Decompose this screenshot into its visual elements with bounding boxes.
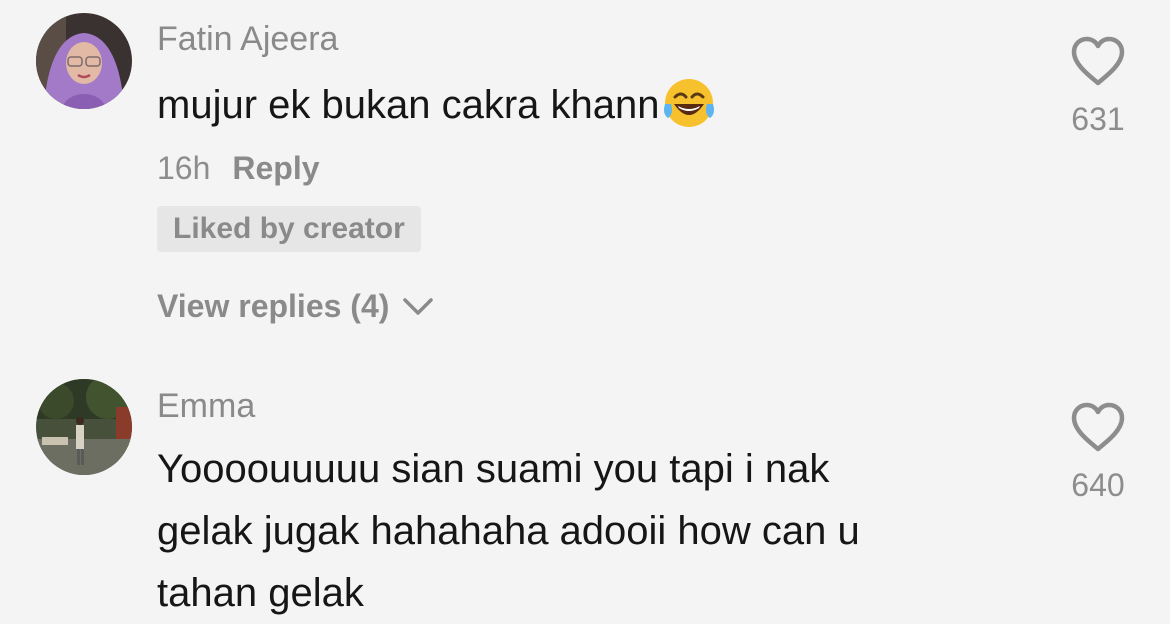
comment-line: Yoooouuuuu sian suami you tapi i nak: [157, 447, 830, 491]
comment-line: tahan gelak: [157, 571, 364, 615]
avatar[interactable]: [36, 13, 132, 109]
comment-meta: 16h Reply: [157, 150, 320, 187]
comment-username[interactable]: Fatin Ajeera: [157, 20, 338, 59]
like-block: 631: [1053, 36, 1143, 138]
avatar-image: [36, 13, 132, 109]
heart-icon[interactable]: [1070, 402, 1126, 454]
comments-panel: Fatin Ajeera mujur ek bukan cakra khann …: [0, 0, 1170, 624]
avatar[interactable]: [36, 379, 132, 475]
face-with-tears-of-joy-icon: [663, 79, 714, 127]
comment-line: gelak jugak hahahaha adooii how can u: [157, 509, 860, 553]
comment-text: mujur ek bukan cakra khann: [157, 74, 716, 136]
timestamp: 16h: [157, 150, 211, 186]
comment-body: mujur ek bukan cakra khann: [157, 83, 660, 127]
like-count: 640: [1071, 467, 1125, 503]
chevron-down-icon: [403, 297, 434, 315]
reply-button[interactable]: Reply: [232, 150, 319, 186]
view-replies-button[interactable]: View replies (4): [157, 288, 434, 325]
heart-icon[interactable]: [1070, 36, 1126, 88]
comment-username[interactable]: Emma: [157, 387, 255, 426]
like-count: 631: [1071, 101, 1125, 137]
comment-text: Yoooouuuuu sian suami you tapi i nak gel…: [157, 438, 860, 624]
like-block: 640: [1053, 402, 1143, 504]
view-replies-label: View replies (4): [157, 288, 390, 324]
liked-by-creator-badge: Liked by creator: [157, 206, 421, 252]
avatar-image: [36, 379, 132, 475]
